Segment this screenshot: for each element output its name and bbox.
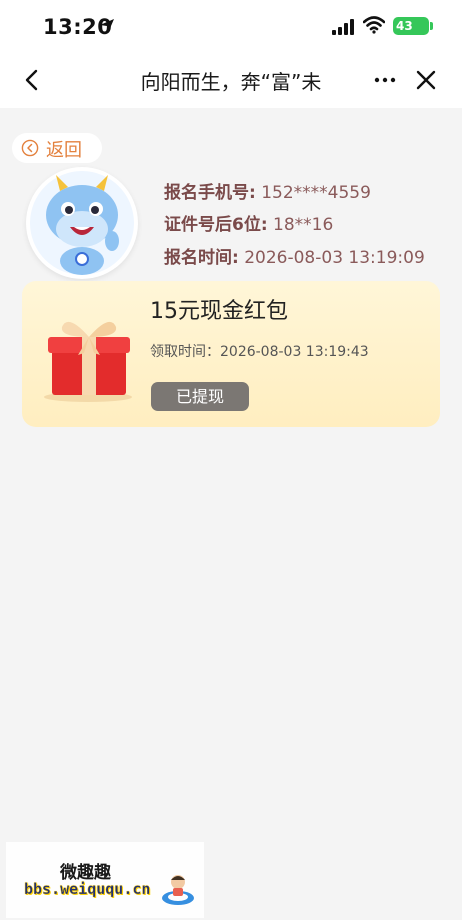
- status-bar: 13:20 43: [0, 0, 462, 52]
- withdrawn-status-button[interactable]: 已提现: [151, 382, 249, 411]
- claim-time: 领取时间：2026-08-03 13:19:43: [150, 344, 369, 360]
- signal-icon: [332, 19, 354, 35]
- battery-icon: 43: [393, 17, 429, 35]
- phone-value: 152****4559: [261, 183, 371, 203]
- id-value: 18**16: [273, 215, 334, 235]
- circle-left-arrow-icon: [21, 139, 39, 157]
- watermark-url: bbs.weiququ.cn: [24, 880, 151, 898]
- page-title: 向阳而生，奔“富”未: [140, 70, 322, 94]
- time-label: 报名时间:: [164, 248, 239, 268]
- reward-title: 15元现金红包: [150, 299, 288, 324]
- battery-level: 43: [396, 19, 413, 33]
- back-chevron-icon[interactable]: [20, 66, 44, 94]
- gift-box-icon: [44, 321, 132, 402]
- time-value: 2026-08-03 13:19:09: [244, 248, 425, 268]
- battery-tip: [430, 22, 433, 30]
- nav-bar: 向阳而生，奔“富”未: [0, 52, 462, 108]
- id-info-row: 证件号后6位: 18**16: [164, 210, 333, 235]
- close-icon[interactable]: [414, 68, 438, 92]
- phone-info-row: 报名手机号: 152****4559: [164, 178, 371, 203]
- more-icon[interactable]: [372, 70, 398, 90]
- cartoon-figure-icon: [162, 875, 194, 905]
- time-info-row: 报名时间: 2026-08-03 13:19:09: [164, 243, 425, 268]
- dragon-mascot-icon: [30, 171, 134, 275]
- reward-card: 15元现金红包 领取时间：2026-08-03 13:19:43 已提现: [22, 281, 440, 427]
- back-button-label: 返回: [46, 140, 82, 161]
- back-button[interactable]: 返回: [12, 133, 102, 163]
- location-arrow-icon: [100, 19, 114, 33]
- phone-label: 报名手机号:: [164, 183, 256, 203]
- id-label: 证件号后6位:: [164, 215, 268, 235]
- wifi-icon: [363, 16, 385, 34]
- avatar: [26, 167, 138, 279]
- watermark: 微趣趣 bbs.weiququ.cn: [6, 842, 204, 918]
